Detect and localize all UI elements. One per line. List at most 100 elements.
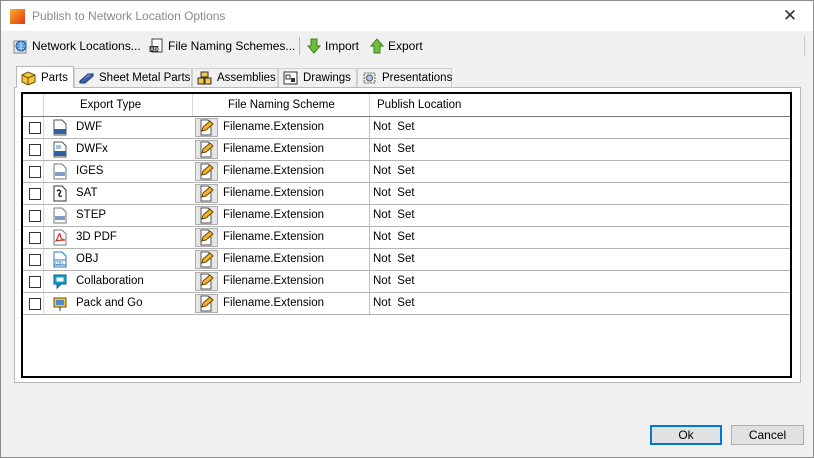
export-type-label: IGES bbox=[76, 165, 104, 177]
tab-assemblies[interactable]: Assemblies bbox=[192, 68, 278, 87]
header-divider bbox=[369, 94, 370, 116]
table-row[interactable]: Pack and Go Filename.Extension Not Set bbox=[23, 293, 790, 315]
dwfx-file-icon bbox=[53, 141, 67, 158]
tab-panel: Export Type File Naming Scheme Publish L… bbox=[14, 87, 801, 383]
row-checkbox[interactable] bbox=[29, 298, 41, 310]
publish-location-value[interactable]: Not Set bbox=[373, 165, 415, 177]
export-arrow-icon bbox=[369, 38, 385, 54]
network-location-icon bbox=[13, 38, 29, 54]
ok-button[interactable]: Ok bbox=[650, 425, 722, 445]
publish-location-value[interactable]: Not Set bbox=[373, 187, 415, 199]
table-row[interactable]: IGES Filename.Extension Not Set bbox=[23, 161, 790, 183]
edit-naming-scheme-button[interactable] bbox=[195, 228, 218, 247]
column-divider bbox=[369, 249, 370, 270]
table-row[interactable]: 3D PDF Filename.Extension Not Set bbox=[23, 227, 790, 249]
column-divider bbox=[369, 117, 370, 138]
publish-location-value[interactable]: Not Set bbox=[373, 143, 415, 155]
edit-naming-scheme-button[interactable] bbox=[195, 206, 218, 225]
row-checkbox[interactable] bbox=[29, 122, 41, 134]
export-label: Export bbox=[388, 39, 423, 53]
file-naming-icon: ABC bbox=[149, 38, 165, 54]
import-label: Import bbox=[325, 39, 360, 53]
row-checkbox[interactable] bbox=[29, 166, 41, 178]
iges-file-icon bbox=[53, 163, 67, 180]
part-cube-icon bbox=[21, 70, 36, 86]
row-checkbox[interactable] bbox=[29, 276, 41, 288]
cancel-button[interactable]: Cancel bbox=[731, 425, 804, 445]
edit-naming-scheme-button[interactable] bbox=[195, 118, 218, 137]
export-types-table: Export Type File Naming Scheme Publish L… bbox=[21, 92, 792, 378]
step-file-icon bbox=[53, 207, 67, 224]
tab-sheet-metal-parts[interactable]: Sheet Metal Parts bbox=[74, 68, 192, 87]
tab-drawings[interactable]: Drawings bbox=[278, 68, 357, 87]
header-export-type[interactable]: Export Type bbox=[80, 99, 141, 111]
column-divider bbox=[369, 183, 370, 204]
row-checkbox[interactable] bbox=[29, 188, 41, 200]
drawing-icon bbox=[283, 71, 298, 85]
tab-parts[interactable]: Parts bbox=[16, 66, 74, 88]
publish-location-value[interactable]: Not Set bbox=[373, 121, 415, 133]
export-type-label: STEP bbox=[76, 209, 107, 221]
row-checkbox[interactable] bbox=[29, 144, 41, 156]
column-divider bbox=[369, 205, 370, 226]
table-row[interactable]: SAT Filename.Extension Not Set bbox=[23, 183, 790, 205]
table-row[interactable]: STEP Filename.Extension Not Set bbox=[23, 205, 790, 227]
file-naming-scheme-value: Filename.Extension bbox=[223, 231, 324, 243]
network-locations-label: Network Locations... bbox=[32, 39, 141, 53]
export-type-label: DWFx bbox=[76, 143, 108, 155]
svg-text:ABC: ABC bbox=[150, 47, 161, 53]
table-row[interactable]: DWF Filename.Extension Not Set bbox=[23, 117, 790, 139]
file-naming-scheme-value: Filename.Extension bbox=[223, 209, 324, 221]
publish-location-value[interactable]: Not Set bbox=[373, 275, 415, 287]
export-type-label: Pack and Go bbox=[76, 297, 143, 309]
export-button[interactable]: Export bbox=[369, 36, 423, 56]
row-checkbox[interactable] bbox=[29, 254, 41, 266]
header-publish-location[interactable]: Publish Location bbox=[377, 99, 461, 111]
edit-naming-scheme-button[interactable] bbox=[195, 250, 218, 269]
svg-text:OBJ: OBJ bbox=[55, 260, 63, 266]
publish-location-value[interactable]: Not Set bbox=[373, 253, 415, 265]
tab-parts-label: Parts bbox=[41, 71, 68, 84]
publish-location-value[interactable]: Not Set bbox=[373, 231, 415, 243]
tab-presentations-label: Presentations bbox=[382, 72, 453, 84]
publish-location-value[interactable]: Not Set bbox=[373, 297, 415, 309]
file-naming-scheme-value: Filename.Extension bbox=[223, 121, 324, 133]
tab-presentations[interactable]: Presentations bbox=[357, 68, 452, 87]
publish-location-value[interactable]: Not Set bbox=[373, 209, 415, 221]
edit-naming-scheme-button[interactable] bbox=[195, 294, 218, 313]
file-naming-scheme-value: Filename.Extension bbox=[223, 143, 324, 155]
file-naming-schemes-button[interactable]: ABC File Naming Schemes... bbox=[149, 36, 295, 56]
presentation-icon bbox=[362, 71, 377, 85]
edit-naming-scheme-button[interactable] bbox=[195, 162, 218, 181]
header-file-naming-scheme[interactable]: File Naming Scheme bbox=[228, 99, 335, 111]
file-naming-scheme-value: Filename.Extension bbox=[223, 297, 324, 309]
toolbar: Network Locations... ABC File Naming Sch… bbox=[9, 34, 805, 58]
close-button[interactable]: ✕ bbox=[767, 1, 813, 31]
table-row[interactable]: Collaboration Filename.Extension Not Set bbox=[23, 271, 790, 293]
file-naming-schemes-label: File Naming Schemes... bbox=[168, 39, 296, 53]
tab-sheet-metal-label: Sheet Metal Parts bbox=[99, 72, 191, 84]
pack-and-go-icon bbox=[53, 295, 67, 312]
assembly-icon bbox=[197, 71, 212, 85]
export-type-label: DWF bbox=[76, 121, 103, 133]
column-divider bbox=[43, 249, 44, 270]
table-row[interactable]: DWFx Filename.Extension Not Set bbox=[23, 139, 790, 161]
column-divider bbox=[43, 183, 44, 204]
edit-naming-scheme-button[interactable] bbox=[195, 140, 218, 159]
export-type-label: OBJ bbox=[76, 253, 99, 265]
export-type-label: SAT bbox=[76, 187, 98, 199]
import-button[interactable]: Import bbox=[306, 36, 359, 56]
table-header: Export Type File Naming Scheme Publish L… bbox=[23, 94, 790, 117]
export-type-label: Collaboration bbox=[76, 275, 144, 287]
edit-naming-scheme-button[interactable] bbox=[195, 184, 218, 203]
row-checkbox[interactable] bbox=[29, 232, 41, 244]
table-row[interactable]: OBJ OBJ Filename.Extension Not Set bbox=[23, 249, 790, 271]
column-divider bbox=[43, 117, 44, 138]
file-naming-scheme-value: Filename.Extension bbox=[223, 165, 324, 177]
file-naming-scheme-value: Filename.Extension bbox=[223, 253, 324, 265]
network-locations-button[interactable]: Network Locations... bbox=[13, 36, 141, 56]
header-divider bbox=[43, 94, 44, 116]
row-checkbox[interactable] bbox=[29, 210, 41, 222]
column-divider bbox=[43, 271, 44, 292]
edit-naming-scheme-button[interactable] bbox=[195, 272, 218, 291]
